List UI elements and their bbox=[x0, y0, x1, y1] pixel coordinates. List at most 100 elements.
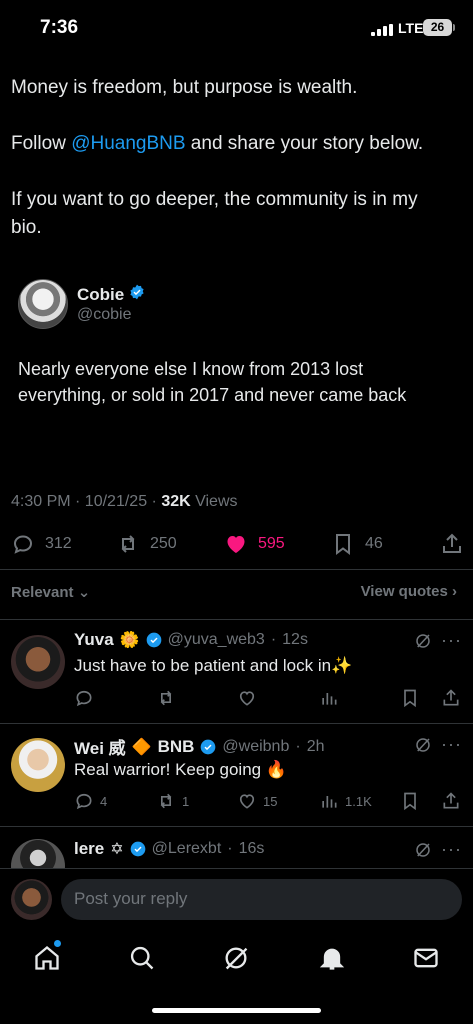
reply-header: lere ✡ @Lerexbt · 16s bbox=[74, 839, 264, 859]
mention-link[interactable]: @HuangBNB bbox=[71, 133, 185, 154]
quote-author-handle: @cobie bbox=[77, 306, 132, 323]
more-icon[interactable]: ··· bbox=[441, 839, 462, 860]
notification-dot bbox=[54, 940, 61, 947]
avatar[interactable] bbox=[11, 839, 65, 868]
views-button[interactable]: 1.1K bbox=[319, 791, 372, 811]
post-text-segment: Follow bbox=[11, 133, 72, 154]
network-label: LTE bbox=[398, 20, 424, 36]
like-button[interactable]: 15 bbox=[237, 791, 277, 811]
reply-author-handle: @yuva_web3 bbox=[167, 631, 265, 648]
share-button[interactable] bbox=[441, 791, 461, 811]
home-indicator bbox=[152, 1008, 321, 1013]
reply-icon bbox=[76, 690, 92, 707]
reply-author-name[interactable]: Wei 威 bbox=[74, 734, 126, 759]
reply-author-name[interactable]: lere bbox=[74, 839, 104, 859]
post-text-line-1: Money is freedom, but purpose is wealth. bbox=[11, 77, 358, 98]
reply-text: Just have to be patient and lock in✨ bbox=[74, 656, 353, 675]
reply-author-name[interactable]: Yuva bbox=[74, 630, 114, 650]
verified-badge-icon bbox=[130, 284, 144, 300]
flower-emoji: 🌼 bbox=[119, 632, 140, 649]
avatar[interactable] bbox=[11, 738, 65, 792]
home-icon[interactable] bbox=[33, 944, 61, 972]
grok-icon[interactable] bbox=[414, 632, 432, 650]
divider bbox=[0, 569, 473, 570]
quote-author-name[interactable]: Cobie bbox=[77, 284, 145, 305]
repost-button[interactable]: 250 bbox=[116, 531, 177, 557]
reply-time: 12s bbox=[282, 631, 308, 648]
diamond-emoji: 🔶 bbox=[131, 738, 152, 756]
search-icon[interactable] bbox=[128, 944, 156, 972]
share-icon bbox=[443, 533, 461, 553]
verified-badge-icon bbox=[201, 739, 216, 754]
avatar[interactable] bbox=[18, 279, 68, 329]
post-timestamp: 4:30 PM · 10/21/25 · bbox=[11, 493, 162, 510]
reply-time: 16s bbox=[238, 840, 265, 857]
quote-text-line: Nearly everyone else I know from 2013 lo… bbox=[18, 359, 364, 379]
signal-icon bbox=[371, 24, 393, 36]
bookmark-button[interactable]: 46 bbox=[331, 531, 383, 557]
grok-icon[interactable] bbox=[414, 736, 432, 754]
more-icon[interactable]: ··· bbox=[441, 734, 462, 755]
post-text-line-2: Follow @HuangBNB and share your story be… bbox=[11, 130, 423, 158]
repost-count: 250 bbox=[150, 535, 177, 552]
reply-author-handle: @weibnb bbox=[222, 737, 290, 755]
view-quotes-label: View quotes bbox=[360, 583, 448, 600]
repost-button[interactable] bbox=[156, 688, 176, 708]
bookmark-icon bbox=[336, 534, 350, 555]
heart-icon bbox=[239, 691, 255, 706]
reply-icon bbox=[13, 535, 33, 554]
repost-button[interactable]: 1 bbox=[156, 791, 189, 811]
bookmark-icon bbox=[404, 689, 416, 708]
reply-button[interactable]: 312 bbox=[11, 531, 72, 557]
views-count: 1.1K bbox=[345, 793, 372, 809]
separator: · bbox=[227, 840, 233, 857]
share-icon bbox=[443, 792, 459, 809]
avatar bbox=[11, 879, 52, 920]
like-button[interactable]: 595 bbox=[224, 531, 285, 557]
quote-text-line: everything, or sold in 2017 and never ca… bbox=[18, 385, 407, 405]
share-button[interactable] bbox=[440, 531, 464, 557]
reply-time: 2h bbox=[306, 737, 325, 755]
reply-icon bbox=[76, 793, 92, 810]
verified-badge-icon bbox=[146, 632, 161, 648]
reply-item[interactable]: lere ✡ @Lerexbt · 16s ··· bbox=[0, 827, 473, 868]
reply-item[interactable]: Yuva 🌼 @yuva_web3 · 12s ··· Just have to… bbox=[0, 620, 473, 723]
repost-icon bbox=[160, 793, 172, 809]
bell-icon[interactable] bbox=[318, 944, 346, 972]
view-quotes-link[interactable]: View quotes › bbox=[361, 583, 457, 600]
mail-icon[interactable] bbox=[412, 944, 440, 972]
reply-text: Real warrior! Keep going 🔥 bbox=[74, 760, 287, 779]
reply-button[interactable]: 4 bbox=[74, 791, 107, 811]
share-button[interactable] bbox=[441, 688, 461, 708]
bookmark-button[interactable] bbox=[400, 791, 420, 811]
battery-icon: 26 bbox=[423, 19, 452, 36]
like-count: 595 bbox=[258, 535, 285, 552]
views-button[interactable] bbox=[319, 688, 339, 708]
chevron-down-icon: ⌄ bbox=[77, 584, 91, 601]
battery-tip bbox=[453, 24, 455, 31]
sort-label: Relevant bbox=[11, 584, 74, 601]
grok-icon[interactable] bbox=[414, 841, 432, 859]
reply-author-name-suffix: BNB bbox=[157, 736, 195, 756]
repost-icon bbox=[160, 690, 172, 706]
grok-icon[interactable] bbox=[222, 944, 250, 972]
reply-header: Wei 威 🔶 BNB @weibnb · 2h bbox=[74, 734, 324, 759]
reply-button[interactable] bbox=[74, 688, 94, 708]
bookmark-button[interactable] bbox=[400, 688, 420, 708]
verified-badge-icon bbox=[130, 841, 145, 857]
avatar[interactable] bbox=[11, 635, 65, 689]
repost-icon bbox=[121, 535, 135, 553]
post-text-segment: and share your story below. bbox=[185, 133, 424, 154]
post-text-line-3: If you want to go deeper, the community … bbox=[11, 189, 418, 210]
separator: · bbox=[295, 737, 301, 755]
reply-item[interactable]: Wei 威 🔶 BNB @weibnb · 2h ··· Real warrio… bbox=[0, 724, 473, 827]
chevron-right-icon: › bbox=[452, 583, 457, 600]
heart-icon bbox=[239, 794, 255, 809]
analytics-icon bbox=[322, 796, 337, 808]
like-count: 15 bbox=[263, 793, 278, 809]
reply-input[interactable]: Post your reply bbox=[61, 879, 462, 920]
sort-dropdown[interactable]: Relevant ⌄ bbox=[11, 583, 90, 601]
like-button[interactable] bbox=[237, 688, 257, 708]
author-name: Cobie bbox=[77, 285, 125, 304]
more-icon[interactable]: ··· bbox=[441, 630, 462, 651]
